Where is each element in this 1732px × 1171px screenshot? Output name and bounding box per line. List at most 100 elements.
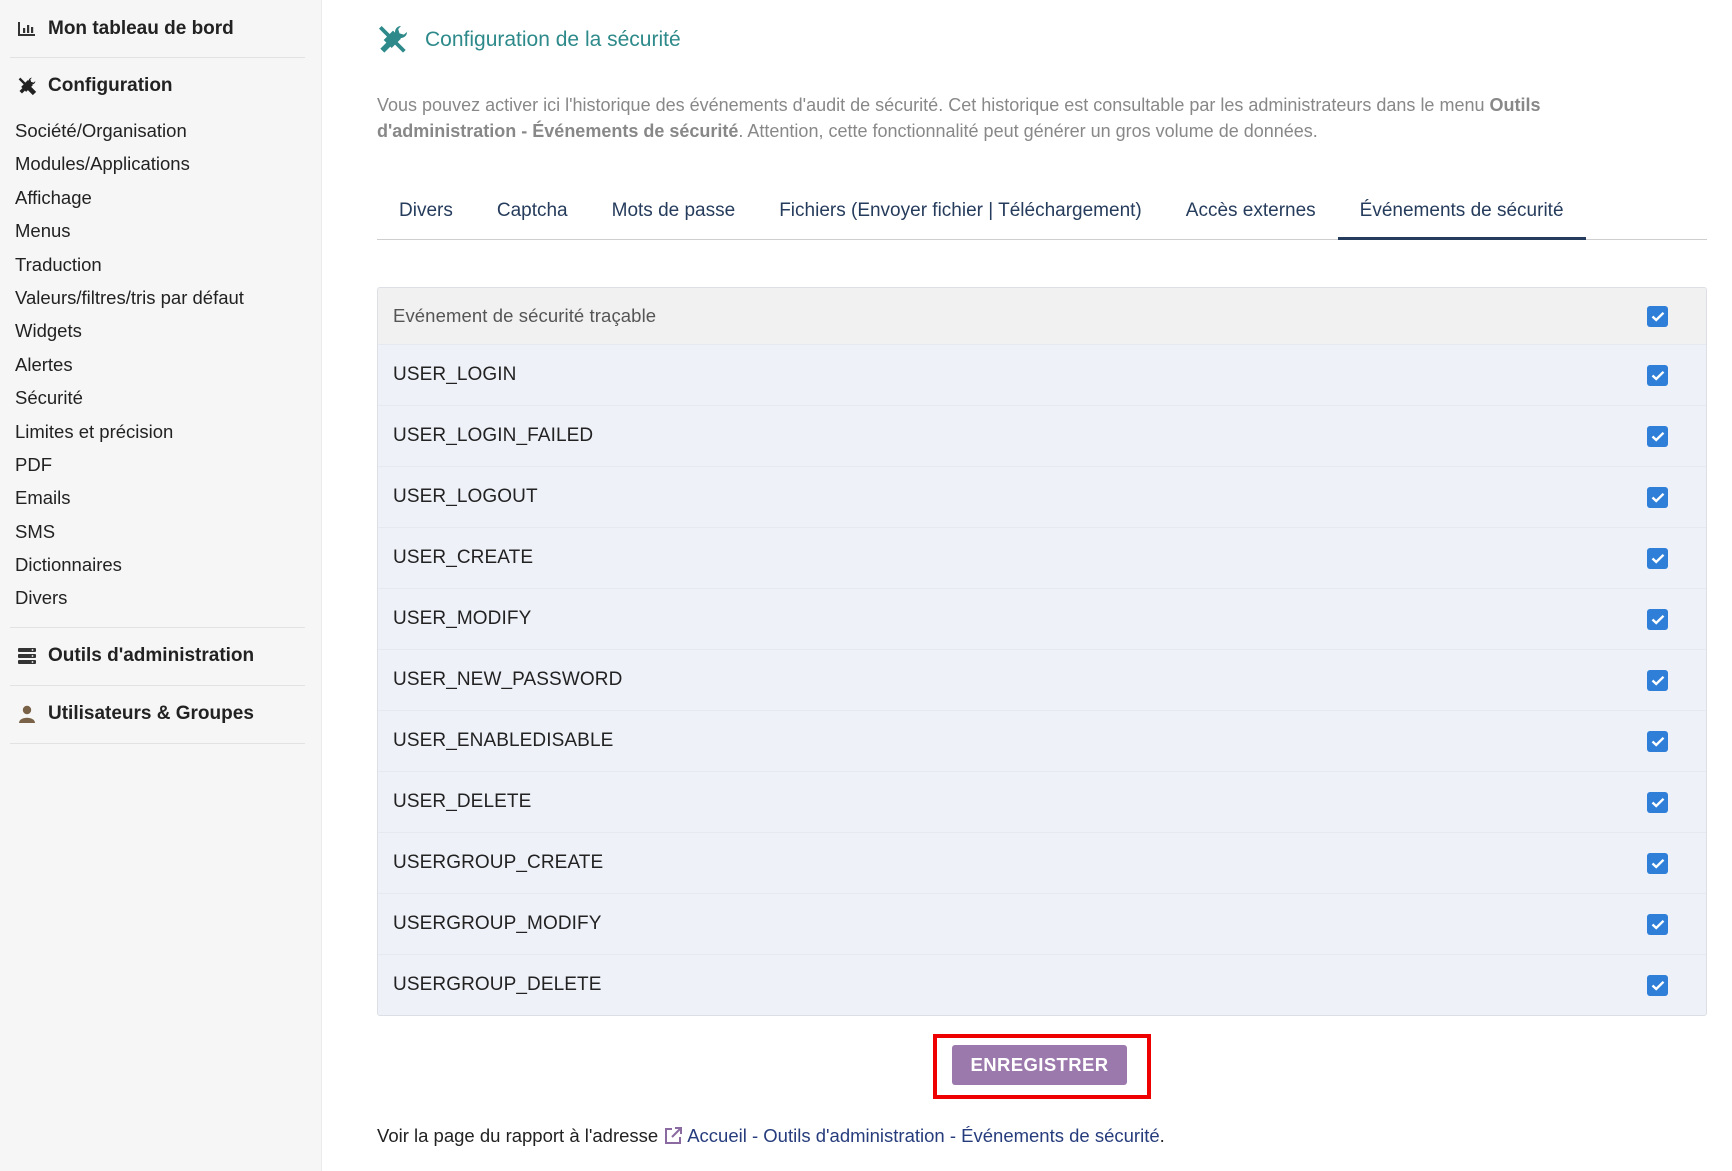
- check-icon: [1651, 492, 1664, 503]
- save-area: ENREGISTRER: [377, 1034, 1707, 1099]
- event-label: USERGROUP_DELETE: [393, 974, 602, 995]
- check-icon: [1651, 370, 1664, 381]
- check-icon: [1651, 614, 1664, 625]
- check-icon: [1651, 980, 1664, 991]
- main-content: Configuration de la sécurité Vous pouvez…: [377, 0, 1707, 1147]
- sidebar-section-users-groups: Utilisateurs & Groupes: [10, 686, 305, 744]
- report-link[interactable]: Accueil - Outils d'administration - Évén…: [687, 1125, 1159, 1147]
- description-warning: . Attention, cette fonctionnalité peut g…: [738, 121, 1318, 141]
- table-row: USER_LOGOUT: [378, 466, 1706, 527]
- sidebar-item-label: Configuration: [48, 75, 173, 96]
- sidebar: Mon tableau de bord Configuration Sociét…: [0, 0, 322, 1171]
- sidebar-item-label: Utilisateurs & Groupes: [48, 703, 254, 725]
- event-checkbox[interactable]: [1647, 913, 1668, 935]
- table-row: USER_ENABLEDISABLE: [378, 710, 1706, 771]
- sidebar-subitem-alertes[interactable]: Alertes: [10, 348, 305, 381]
- table-row: USER_CREATE: [378, 527, 1706, 588]
- tab-divers[interactable]: Divers: [377, 190, 475, 239]
- sidebar-item-label: Outils d'administration: [48, 645, 255, 667]
- check-icon: [1651, 311, 1664, 322]
- sidebar-subitem-widgets[interactable]: Widgets: [10, 314, 305, 347]
- sidebar-subitem-divers[interactable]: Divers: [10, 581, 305, 614]
- check-icon: [1651, 553, 1664, 564]
- event-label: USERGROUP_MODIFY: [393, 913, 602, 934]
- sidebar-subitem-valeurs[interactable]: Valeurs/filtres/tris par défaut: [10, 281, 305, 314]
- table-row: USER_MODIFY: [378, 588, 1706, 649]
- event-checkbox[interactable]: [1647, 974, 1668, 996]
- check-icon: [1651, 431, 1664, 442]
- sidebar-section-dashboard: Mon tableau de bord: [10, 0, 305, 58]
- table-row: USER_LOGIN_FAILED: [378, 405, 1706, 466]
- sidebar-subitem-societe[interactable]: Société/Organisation: [10, 114, 305, 147]
- check-icon: [1651, 736, 1664, 747]
- sidebar-item-dashboard[interactable]: Mon tableau de bord: [10, 0, 305, 57]
- sidebar-subitem-pdf[interactable]: PDF: [10, 448, 305, 481]
- save-highlight-frame: ENREGISTRER: [933, 1034, 1151, 1099]
- event-checkbox[interactable]: [1647, 547, 1668, 569]
- table-row: USER_LOGIN: [378, 344, 1706, 405]
- page-title: Configuration de la sécurité: [377, 0, 1707, 80]
- event-label: USER_MODIFY: [393, 608, 532, 629]
- sidebar-subitem-modules[interactable]: Modules/Applications: [10, 147, 305, 180]
- event-label: USER_LOGIN: [393, 364, 517, 385]
- check-icon: [1651, 919, 1664, 930]
- sidebar-subitem-limites[interactable]: Limites et précision: [10, 415, 305, 448]
- report-prefix: Voir la page du rapport à l'adresse: [377, 1125, 659, 1146]
- event-checkbox[interactable]: [1647, 608, 1668, 630]
- sidebar-subitem-sms[interactable]: SMS: [10, 515, 305, 548]
- chart-bar-icon: [16, 18, 38, 40]
- sidebar-section-configuration: Configuration Société/Organisation Modul…: [10, 58, 305, 628]
- check-icon: [1651, 675, 1664, 686]
- sidebar-subitem-dictionnaires[interactable]: Dictionnaires: [10, 548, 305, 581]
- tab-captcha[interactable]: Captcha: [475, 190, 590, 239]
- sidebar-section-admin-tools: Outils d'administration: [10, 628, 305, 686]
- table-row: USERGROUP_MODIFY: [378, 893, 1706, 954]
- report-suffix: .: [1159, 1125, 1165, 1146]
- report-line: Voir la page du rapport à l'adresse Accu…: [377, 1125, 1707, 1147]
- user-icon: [16, 703, 38, 725]
- event-checkbox[interactable]: [1647, 669, 1668, 691]
- table-row: USERGROUP_DELETE: [378, 954, 1706, 1015]
- tab-acces-externes[interactable]: Accès externes: [1164, 190, 1338, 239]
- tab-bar: Divers Captcha Mots de passe Fichiers (E…: [377, 190, 1707, 240]
- event-checkbox[interactable]: [1647, 730, 1668, 752]
- sidebar-subitem-securite[interactable]: Sécurité: [10, 381, 305, 414]
- table-header-label: Evénement de sécurité traçable: [393, 305, 657, 326]
- event-checkbox[interactable]: [1647, 486, 1668, 508]
- sidebar-subitem-traduction[interactable]: Traduction: [10, 248, 305, 281]
- event-checkbox[interactable]: [1647, 852, 1668, 874]
- table-header-row: Evénement de sécurité traçable: [378, 288, 1706, 344]
- event-checkbox[interactable]: [1647, 364, 1668, 386]
- sidebar-item-label: Mon tableau de bord: [48, 17, 234, 39]
- event-checkbox[interactable]: [1647, 791, 1668, 813]
- sidebar-item-admin-tools[interactable]: Outils d'administration: [10, 628, 305, 685]
- sidebar-item-users-groups[interactable]: Utilisateurs & Groupes: [10, 686, 305, 743]
- tab-mots-de-passe[interactable]: Mots de passe: [590, 190, 758, 239]
- event-checkbox[interactable]: [1647, 425, 1668, 447]
- event-label: USER_LOGOUT: [393, 486, 538, 507]
- description-text: Vous pouvez activer ici l'historique des…: [377, 95, 1490, 115]
- tools-icon: [377, 24, 409, 56]
- event-label: USER_LOGIN_FAILED: [393, 425, 594, 446]
- event-label: USER_CREATE: [393, 547, 534, 568]
- check-icon: [1651, 858, 1664, 869]
- sidebar-subitem-menus[interactable]: Menus: [10, 214, 305, 247]
- server-icon: [16, 645, 38, 667]
- event-label: USER_DELETE: [393, 791, 532, 812]
- select-all-checkbox[interactable]: [1647, 305, 1668, 327]
- tab-fichiers[interactable]: Fichiers (Envoyer fichier | Téléchargeme…: [757, 190, 1164, 239]
- sidebar-item-configuration[interactable]: Configuration: [10, 58, 305, 114]
- external-link-icon[interactable]: [663, 1126, 683, 1146]
- save-button[interactable]: ENREGISTRER: [952, 1045, 1127, 1085]
- page-title-text: Configuration de la sécurité: [425, 28, 681, 51]
- event-label: USERGROUP_CREATE: [393, 852, 604, 873]
- page-description: Vous pouvez activer ici l'historique des…: [377, 92, 1597, 144]
- table-row: USERGROUP_CREATE: [378, 832, 1706, 893]
- check-icon: [1651, 797, 1664, 808]
- sidebar-subitem-emails[interactable]: Emails: [10, 481, 305, 514]
- event-label: USER_NEW_PASSWORD: [393, 669, 623, 690]
- event-label: USER_ENABLEDISABLE: [393, 730, 614, 751]
- tab-evenements-securite[interactable]: Événements de sécurité: [1337, 190, 1586, 240]
- sidebar-subitem-affichage[interactable]: Affichage: [10, 181, 305, 214]
- tools-icon: [16, 75, 38, 97]
